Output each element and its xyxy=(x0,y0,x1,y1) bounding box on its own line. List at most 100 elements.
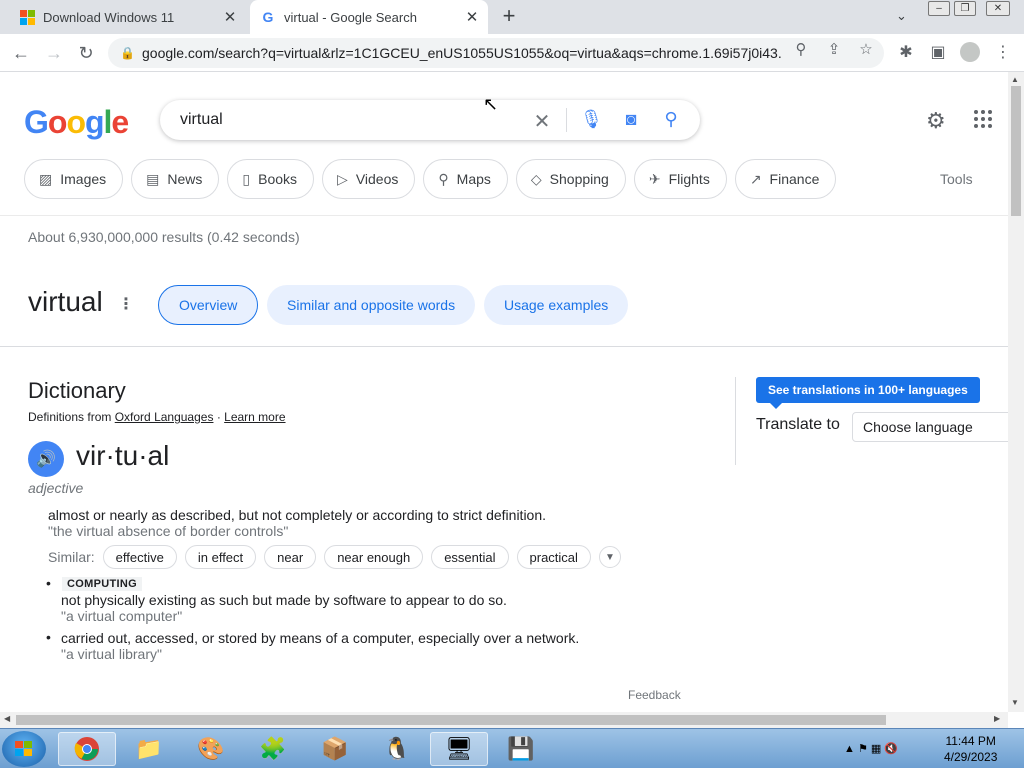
search-icon[interactable]: ⚲ xyxy=(660,109,682,130)
windows-logo-icon xyxy=(20,9,35,25)
more-options-icon[interactable]: ⋮ xyxy=(118,294,134,314)
microphone-icon[interactable]: 🎙 xyxy=(580,109,603,130)
chip-finance[interactable]: ↗ Finance xyxy=(734,159,837,199)
synonym-chip[interactable]: practical xyxy=(516,545,591,569)
synonym-chip[interactable]: essential xyxy=(431,545,509,569)
app-icon[interactable]: 💾 xyxy=(492,732,550,766)
tab-strip: Download Windows 11 ✕ G virtual - Google… xyxy=(0,0,1024,34)
url-text[interactable]: google.com/search?q=virtual&rlz=1C1GCEU_… xyxy=(142,45,782,61)
windows-logo-icon xyxy=(15,741,32,756)
search-input[interactable] xyxy=(180,108,520,132)
tab-search-chevron-icon[interactable]: ⌄ xyxy=(896,8,907,24)
chip-news[interactable]: ▤ News xyxy=(131,159,220,199)
chrome-taskbar-icon[interactable] xyxy=(58,732,116,766)
minimize-button[interactable]: – xyxy=(928,1,950,16)
network-icon[interactable]: ▦ xyxy=(871,743,881,755)
close-icon[interactable]: ✕ xyxy=(462,8,482,26)
chevron-down-icon[interactable]: ▼ xyxy=(598,546,621,568)
remote-desktop-icon[interactable]: 🖥 xyxy=(430,732,488,766)
extensions-puzzle-icon[interactable]: ✱ xyxy=(895,42,917,62)
restore-button[interactable]: ❐ xyxy=(954,1,976,16)
clear-icon[interactable]: ✕ xyxy=(531,109,553,134)
address-bar[interactable]: 🔒 google.com/search?q=virtual&rlz=1C1GCE… xyxy=(108,38,884,68)
flag-icon[interactable]: ⚑ xyxy=(858,743,868,755)
chip-label: Maps xyxy=(456,171,491,187)
chip-label: Flights xyxy=(668,171,710,187)
similar-label: Similar: xyxy=(48,549,95,565)
feedback-link[interactable]: Feedback xyxy=(628,688,681,702)
back-arrow-icon[interactable]: ← xyxy=(9,41,33,65)
start-button[interactable] xyxy=(2,731,46,767)
app-icon[interactable]: 🧩 xyxy=(244,732,302,766)
location-pin-icon[interactable]: ⚲ xyxy=(791,40,811,58)
profile-avatar-icon[interactable] xyxy=(960,42,980,62)
part-of-speech: adjective xyxy=(28,480,84,496)
app-icon[interactable]: 📦 xyxy=(306,732,364,766)
chip-books[interactable]: ▯ Books xyxy=(227,159,315,199)
apps-grid-icon[interactable] xyxy=(974,110,992,128)
airplane-icon: ✈ xyxy=(648,170,661,187)
scroll-up-arrow-icon[interactable]: ▲ xyxy=(1011,75,1019,84)
tab-overview[interactable]: Overview xyxy=(158,285,259,325)
scroll-thumb[interactable] xyxy=(16,715,886,725)
lock-icon[interactable]: 🔒 xyxy=(120,46,136,60)
chip-maps[interactable]: ⚲ Maps xyxy=(423,159,508,199)
chip-videos[interactable]: ▷ Videos xyxy=(322,159,416,199)
see-translations-button[interactable]: See translations in 100+ languages xyxy=(756,377,980,409)
example-2: "a virtual computer" xyxy=(61,608,183,624)
new-tab-button[interactable]: + xyxy=(498,5,520,28)
scroll-thumb[interactable] xyxy=(1011,86,1021,216)
file-explorer-icon[interactable]: 📁 xyxy=(120,732,178,766)
synonym-chip[interactable]: in effect xyxy=(184,545,257,569)
tab-google-search[interactable]: G virtual - Google Search ✕ xyxy=(250,0,488,34)
speaker-icon[interactable]: 🔊 xyxy=(28,441,64,477)
paint-icon[interactable]: 🎨 xyxy=(182,732,240,766)
close-icon[interactable]: ✕ xyxy=(220,8,240,26)
volume-muted-icon[interactable]: 🔇 xyxy=(884,743,898,755)
chip-label: Books xyxy=(258,171,298,187)
tab-similar-opposite[interactable]: Similar and opposite words xyxy=(267,285,476,325)
close-window-button[interactable]: ✕ xyxy=(986,1,1010,16)
windows-taskbar: 📁 🎨 🧩 📦 🐧 🖥 💾 ▲ ⚑ ▦ 🔇 11:44 PM 4/29/2023 xyxy=(0,728,1024,768)
scroll-down-arrow-icon[interactable]: ▼ xyxy=(1011,698,1019,707)
chip-label: Videos xyxy=(355,171,399,187)
language-select[interactable]: Choose language xyxy=(852,412,1008,442)
search-filter-chips: ▨ Images ▤ News ▯ Books ▷ Videos ⚲ Maps ◇ Shop… xyxy=(24,159,837,199)
chevron-up-icon[interactable]: ▲ xyxy=(844,743,855,755)
learn-more-link[interactable]: Learn more xyxy=(224,410,285,424)
menu-kebab-icon[interactable]: ⋮ xyxy=(992,42,1014,62)
bullet-icon: • xyxy=(46,575,51,591)
forward-arrow-icon[interactable]: → xyxy=(42,41,66,65)
share-icon[interactable]: ⇪ xyxy=(824,40,844,58)
system-tray[interactable]: ▲ ⚑ ▦ 🔇 xyxy=(844,742,898,755)
scroll-right-arrow-icon[interactable]: ▶ xyxy=(994,714,1000,723)
tab-usage-examples[interactable]: Usage examples xyxy=(484,285,629,325)
word-divider xyxy=(0,346,1008,347)
side-panel-icon[interactable]: ▣ xyxy=(927,42,949,62)
camera-lens-icon[interactable]: ◙ xyxy=(620,109,642,130)
chip-label: Images xyxy=(60,171,107,187)
synonym-chip[interactable]: near xyxy=(264,545,317,569)
oxford-languages-link[interactable]: Oxford Languages xyxy=(115,410,214,424)
chip-images[interactable]: ▨ Images xyxy=(24,159,124,199)
chip-shopping[interactable]: ◇ Shopping xyxy=(515,159,626,199)
tab-download-windows[interactable]: Download Windows 11 ✕ xyxy=(8,0,246,34)
scroll-left-arrow-icon[interactable]: ◀ xyxy=(4,714,10,723)
vertical-scrollbar[interactable]: ▲ ▼ xyxy=(1008,72,1024,712)
horizontal-scrollbar[interactable]: ◀ ▶ xyxy=(0,712,1008,728)
google-logo[interactable]: Google xyxy=(24,104,129,141)
chip-flights[interactable]: ✈ Flights xyxy=(633,159,727,199)
reload-icon[interactable]: ↻ xyxy=(74,41,98,65)
tools-button[interactable]: Tools xyxy=(940,171,973,187)
taskbar-clock[interactable]: 11:44 PM 4/29/2023 xyxy=(944,733,997,765)
similar-words: Similar: effective in effect near near e… xyxy=(48,545,621,569)
tab-title: virtual - Google Search xyxy=(284,9,417,25)
penguin-icon[interactable]: 🐧 xyxy=(368,732,426,766)
subject-tag: COMPUTING xyxy=(62,577,142,591)
header-divider xyxy=(0,215,1008,216)
synonym-chip[interactable]: effective xyxy=(102,545,177,569)
settings-gear-icon[interactable]: ⚙ xyxy=(926,108,946,134)
bookmark-star-icon[interactable]: ☆ xyxy=(856,40,876,58)
synonym-chip[interactable]: near enough xyxy=(324,545,424,569)
example-1: "the virtual absence of border controls" xyxy=(48,523,289,539)
